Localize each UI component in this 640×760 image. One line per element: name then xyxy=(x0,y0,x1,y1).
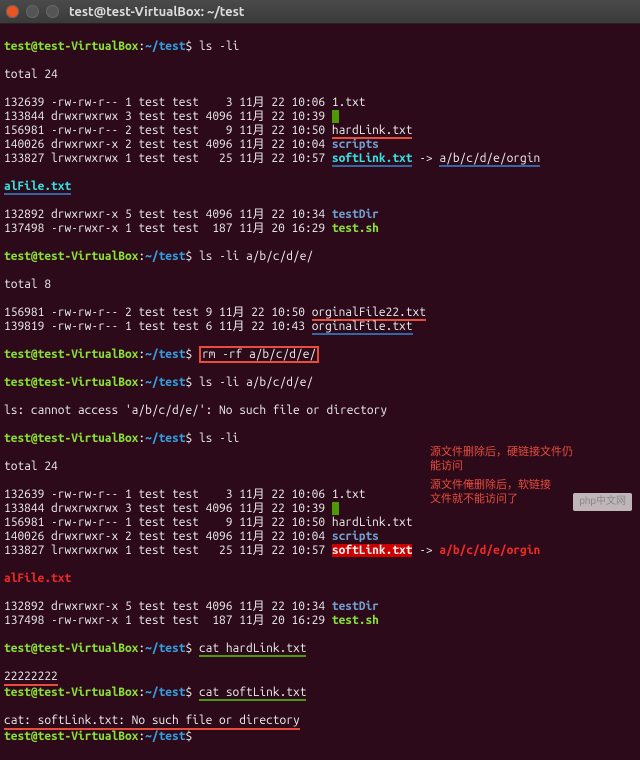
file-name: a xyxy=(332,110,339,123)
file-name: hardLink.txt xyxy=(332,124,413,139)
list-row: 139819 -rw-rw-r-- 1 test test 6 11月 22 1… xyxy=(4,320,636,334)
file-name: softLink.txt xyxy=(332,544,413,557)
maximize-button[interactable] xyxy=(46,5,59,18)
file-name-cont: alFile.txt xyxy=(4,572,71,585)
command: ls -li xyxy=(199,432,239,445)
command: ls -li a/b/c/d/e/ xyxy=(199,376,313,389)
command: rm -rf a/b/c/d/e/ xyxy=(199,346,319,363)
file-name: orginalFile.txt xyxy=(312,320,413,335)
file-name: scripts xyxy=(332,530,379,543)
total-line: total 8 xyxy=(4,278,636,292)
file-name: 1.txt xyxy=(332,96,366,109)
prompt-line: test@test-VirtualBox:~/test$ ls -li a/b/… xyxy=(4,376,636,390)
list-row: 132892 drwxrwxr-x 5 test test 4096 11月 2… xyxy=(4,600,636,614)
terminal-output[interactable]: test@test-VirtualBox:~/test$ ls -li tota… xyxy=(0,24,640,760)
command: cat softLink.txt xyxy=(199,686,307,701)
file-name: scripts xyxy=(332,138,379,151)
prompt-line: test@test-VirtualBox:~/test$ xyxy=(4,730,636,744)
prompt-line: test@test-VirtualBox:~/test$ cat hardLin… xyxy=(4,642,636,656)
file-name: test.sh xyxy=(332,614,379,627)
window-title: test@test-VirtualBox: ~/test xyxy=(69,5,244,19)
file-name: a xyxy=(332,502,339,515)
total-line: total 24 xyxy=(4,68,636,82)
annotation-soft-1: 源文件俺删除后，软链接 xyxy=(430,478,551,492)
link-target: a/b/c/d/e/orgin xyxy=(439,544,540,557)
prompt-line: test@test-VirtualBox:~/test$ rm -rf a/b/… xyxy=(4,348,636,362)
prompt-line: test@test-VirtualBox:~/test$ ls -li a/b/… xyxy=(4,250,636,264)
list-row: 156981 -rw-rw-r-- 2 test test 9 11月 22 1… xyxy=(4,306,636,320)
file-name: 1.txt xyxy=(332,488,366,501)
close-button[interactable] xyxy=(6,5,19,18)
annotation-soft-2: 文件就不能访问了 xyxy=(430,492,518,506)
command: cat hardLink.txt xyxy=(199,642,307,657)
file-name-cont: alFile.txt xyxy=(4,180,71,195)
file-name: testDir xyxy=(332,208,379,221)
prompt-line: test@test-VirtualBox:~/test$ cat softLin… xyxy=(4,686,636,700)
prompt-path: ~/test xyxy=(145,40,185,53)
prompt-line: test@test-VirtualBox:~/test$ ls -li xyxy=(4,432,636,446)
file-name: softLink.txt xyxy=(332,152,413,167)
list-row: 132892 drwxrwxr-x 5 test test 4096 11月 2… xyxy=(4,208,636,222)
watermark: php中文网 xyxy=(573,493,632,511)
list-row: 137498 -rw-rwxr-x 1 test test 187 11月 20… xyxy=(4,222,636,236)
list-row: 133827 lrwxrwxrwx 1 test test 25 11月 22 … xyxy=(4,152,636,166)
error-line: ls: cannot access 'a/b/c/d/e/': No such … xyxy=(4,404,636,418)
file-name: test.sh xyxy=(332,222,379,235)
output-line: 22222222 xyxy=(4,670,58,686)
annotation-hard-1: 源文件删除后，硬链接文件仍 xyxy=(430,445,573,459)
command: ls -li a/b/c/d/e/ xyxy=(199,250,313,263)
file-name: hardLink.txt xyxy=(332,516,413,529)
annotation-hard-2: 能访问 xyxy=(430,459,463,473)
link-target: a/b/c/d/e/orgin xyxy=(439,152,540,167)
error-line: cat: softLink.txt: No such file or direc… xyxy=(4,714,300,730)
minimize-button[interactable] xyxy=(26,5,39,18)
file-name: orginalFile22.txt xyxy=(312,306,426,321)
list-row: 133844 drwxrwxrwx 3 test test 4096 11月 2… xyxy=(4,502,636,516)
list-row-cont: alFile.txt xyxy=(4,180,636,194)
file-name: testDir xyxy=(332,600,379,613)
list-row: 140026 drwxrwxr-x 2 test test 4096 11月 2… xyxy=(4,138,636,152)
command: ls -li xyxy=(199,40,239,53)
prompt-user: test@test-VirtualBox xyxy=(4,40,138,53)
list-row: 140026 drwxrwxr-x 2 test test 4096 11月 2… xyxy=(4,530,636,544)
list-row: 133844 drwxrwxrwx 3 test test 4096 11月 2… xyxy=(4,110,636,124)
list-row: 137498 -rw-rwxr-x 1 test test 187 11月 20… xyxy=(4,614,636,628)
list-row: 132639 -rw-rw-r-- 1 test test 3 11月 22 1… xyxy=(4,96,636,110)
window-titlebar: test@test-VirtualBox: ~/test xyxy=(0,0,640,24)
list-row: 156981 -rw-rw-r-- 1 test test 9 11月 22 1… xyxy=(4,516,636,530)
total-line: total 24 xyxy=(4,460,636,474)
list-row-cont: alFile.txt xyxy=(4,572,636,586)
window-buttons xyxy=(6,5,59,18)
list-row: 156981 -rw-rw-r-- 2 test test 9 11月 22 1… xyxy=(4,124,636,138)
list-row: 133827 lrwxrwxrwx 1 test test 25 11月 22 … xyxy=(4,544,636,558)
prompt-line: test@test-VirtualBox:~/test$ ls -li xyxy=(4,40,636,54)
